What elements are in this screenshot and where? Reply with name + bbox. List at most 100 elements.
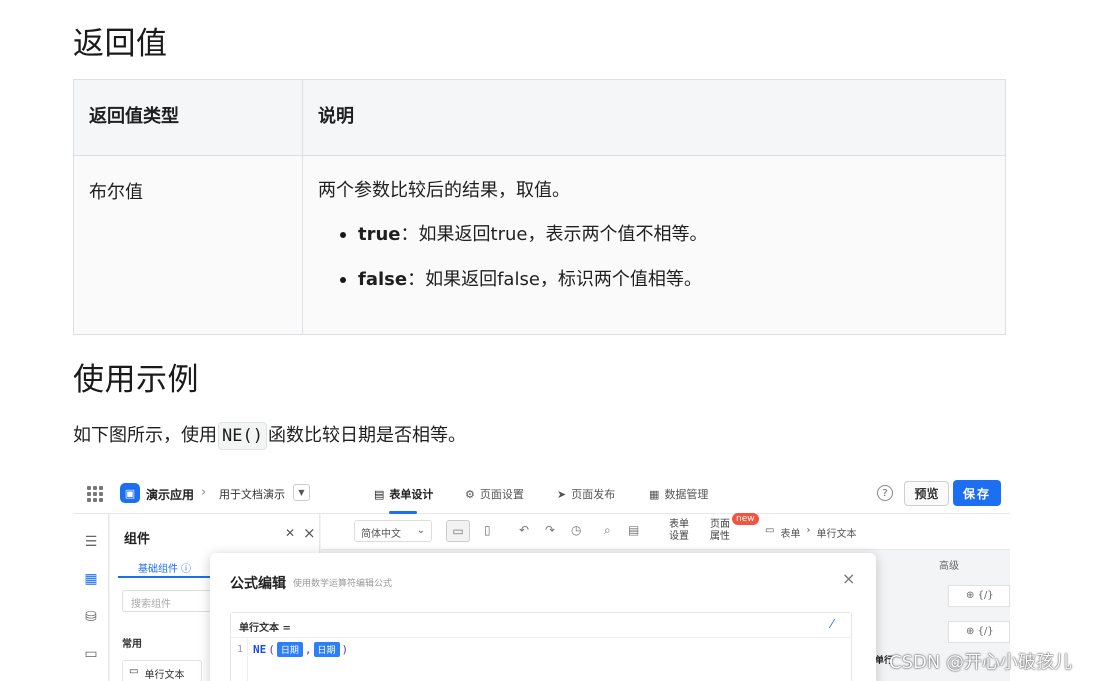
components-icon: ▦ [84, 571, 98, 587]
panel-tab-basic: 基础组件 ⓘ [138, 560, 191, 575]
field-label: 单行文本 = [239, 623, 291, 634]
crumb-field: 单行文本 [816, 529, 857, 540]
column-header-type: 返回值类型 [73, 79, 303, 156]
tab-form-design: ▤ 表单设计 [374, 486, 433, 502]
close-icon: × [842, 569, 856, 588]
form-settings-line1: 表单 [669, 519, 689, 530]
globe-fx-icon: ⊕ {/} [966, 590, 994, 601]
close-icon: × [303, 524, 316, 542]
fx-label: {/} [977, 626, 994, 637]
help-icon: ? [877, 485, 893, 501]
undo-icon: ↶ [519, 523, 530, 537]
form-icon: ▭ [765, 525, 775, 536]
outline-icon: ☰ [84, 534, 98, 550]
pin-icon: ✕ [285, 526, 296, 540]
value-list: true：如果返回true，表示两个值不相等。 false：如果返回false，… [318, 222, 990, 293]
panel-tab-label: 基础组件 [138, 564, 178, 575]
text-false: ：如果返回false，标识两个值相等。 [407, 269, 702, 290]
textbox-icon: ▭ [129, 666, 139, 677]
dialog-title: 公式编辑 [230, 576, 286, 592]
example-text-before: 如下图所示，使用 [73, 425, 217, 446]
language-value: 简体中文 [361, 529, 401, 540]
chevron-right-icon: › [806, 525, 811, 536]
app-topbar: ▣ 演示应用 › 用于文档演示 ▼ ▤ 表单设计 ⚙ 页面设置 ➤ 页面发布 ▦ 数据管… [73, 473, 1010, 514]
tab-data-management: ▦ 数据管理 [649, 486, 708, 502]
text-true: ：如果返回true，表示两个值不相等。 [400, 224, 708, 245]
tab-label: 页面设置 [479, 488, 524, 501]
database-icon: ⛁ [85, 609, 97, 625]
column-header-desc: 说明 [302, 79, 1006, 156]
component-item-label: 单行文本 [144, 670, 185, 681]
line-number: 1 [237, 644, 244, 655]
tab-label: 数据管理 [664, 488, 709, 501]
term-true: true [358, 224, 401, 245]
chevron-right-icon: › [201, 485, 207, 500]
section-heading-example: 使用示例 [73, 362, 199, 398]
language-select: 简体中文 ⌄ [354, 520, 432, 542]
formula-editor-dialog: 公式编辑 使用数学运算符编辑公式 × 单行文本 = ⁄ 1 NE(日期, 日期) [210, 553, 876, 681]
selection-breadcrumb: ▭ 表单 › 单行文本 [765, 525, 856, 540]
crumb-form: 表单 [780, 529, 801, 540]
preview-button: 预览 [904, 481, 949, 506]
example-paragraph: 如下图所示，使用 NE() 函数比较日期是否相等。 [73, 422, 466, 450]
formula-text: NE(日期, 日期) [253, 642, 348, 657]
paren-close: ) [341, 643, 349, 656]
section-heading-return: 返回值 [73, 26, 168, 62]
app-name: 演示应用 [146, 488, 195, 502]
table-icon: ▦ [649, 487, 660, 501]
new-badge: new [732, 513, 759, 525]
example-screenshot: ▣ 演示应用 › 用于文档演示 ▼ ▤ 表单设计 ⚙ 页面设置 ➤ 页面发布 ▦ 数据管… [73, 473, 1010, 681]
page-props-button: 页面 属性 [710, 519, 730, 543]
history-icon: ◷ [571, 523, 582, 537]
dialog-subtitle: 使用数学运算符编辑公式 [293, 579, 393, 589]
tab-label: 表单设计 [389, 488, 434, 501]
component-item: ▭ 单行文本 [122, 660, 202, 681]
document-icon: ▤ [374, 487, 385, 501]
cell-description: 两个参数比较后的结果，取值。 true：如果返回true，表示两个值不相等。 f… [302, 155, 1006, 335]
desktop-icon: ▭ [446, 520, 470, 542]
page-props-line2: 属性 [710, 531, 730, 542]
form-settings-button: 表单 设置 [669, 519, 689, 543]
code-icon: ▭ [84, 646, 98, 662]
term-false: false [358, 269, 408, 290]
watermark: CSDN @开心小破孩儿 [889, 652, 1073, 673]
doc-name: 用于文档演示 [219, 488, 285, 501]
function-name: NE [253, 643, 267, 656]
keyboard-icon: ▤ [628, 523, 640, 537]
paren-open: ( [268, 643, 275, 656]
inline-code: NE() [218, 422, 267, 450]
table-row: 布尔值 两个参数比较后的结果，取值。 true：如果返回true，表示两个值不相… [73, 155, 1006, 335]
example-text-after: 函数比较日期是否相等。 [267, 425, 466, 446]
mobile-icon: ▯ [484, 523, 491, 537]
magic-wand-icon: ⁄ [831, 617, 834, 631]
tab-label: 页面发布 [571, 488, 616, 501]
app-logo-icon: ▣ [120, 483, 140, 503]
gear-icon: ⚙ [465, 487, 475, 501]
list-item-true: true：如果返回true，表示两个值不相等。 [318, 222, 990, 248]
field-chip: 日期 [313, 642, 340, 657]
return-value-table: 返回值类型 说明 布尔值 两个参数比较后的结果，取值。 true：如果返回tru… [73, 79, 1006, 335]
tab-page-settings: ⚙ 页面设置 [465, 486, 524, 502]
description-text: 两个参数比较后的结果，取值。 [318, 180, 570, 201]
send-icon: ➤ [557, 487, 567, 501]
page-props-line1: 页面 [710, 519, 730, 530]
list-item-false: false：如果返回false，标识两个值相等。 [318, 267, 990, 293]
globe-icon: ⊕ [966, 590, 975, 601]
left-icon-rail: ☰ ▦ ⛁ ▭ [73, 514, 109, 681]
redo-icon: ↷ [545, 523, 556, 537]
cell-return-type: 布尔值 [73, 155, 303, 335]
table-header-row: 返回值类型 说明 [73, 79, 1006, 156]
chevron-down-icon: ▼ [293, 484, 310, 501]
help-icon: ⓘ [181, 564, 191, 575]
canvas-toolbar: 简体中文 ⌄ ▭ ▯ ↶ ↷ ◷ ⌕ ▤ 表单 设置 页面 属性 new ▭ 表单 › 单行… [321, 513, 1010, 550]
panel-section-label: 常用 [122, 639, 142, 650]
globe-icon: ⊕ [966, 626, 975, 637]
comma: , [304, 643, 312, 656]
editor-header: 单行文本 = ⁄ [231, 613, 851, 638]
search-icon: ⌕ [604, 523, 611, 537]
globe-fx-icon: ⊕ {/} [966, 626, 994, 637]
fx-label: {/} [977, 590, 994, 601]
tab-page-publish: ➤ 页面发布 [557, 486, 615, 502]
formula-editor: 单行文本 = ⁄ 1 NE(日期, 日期) [230, 612, 852, 681]
save-button: 保存 [953, 480, 1001, 506]
